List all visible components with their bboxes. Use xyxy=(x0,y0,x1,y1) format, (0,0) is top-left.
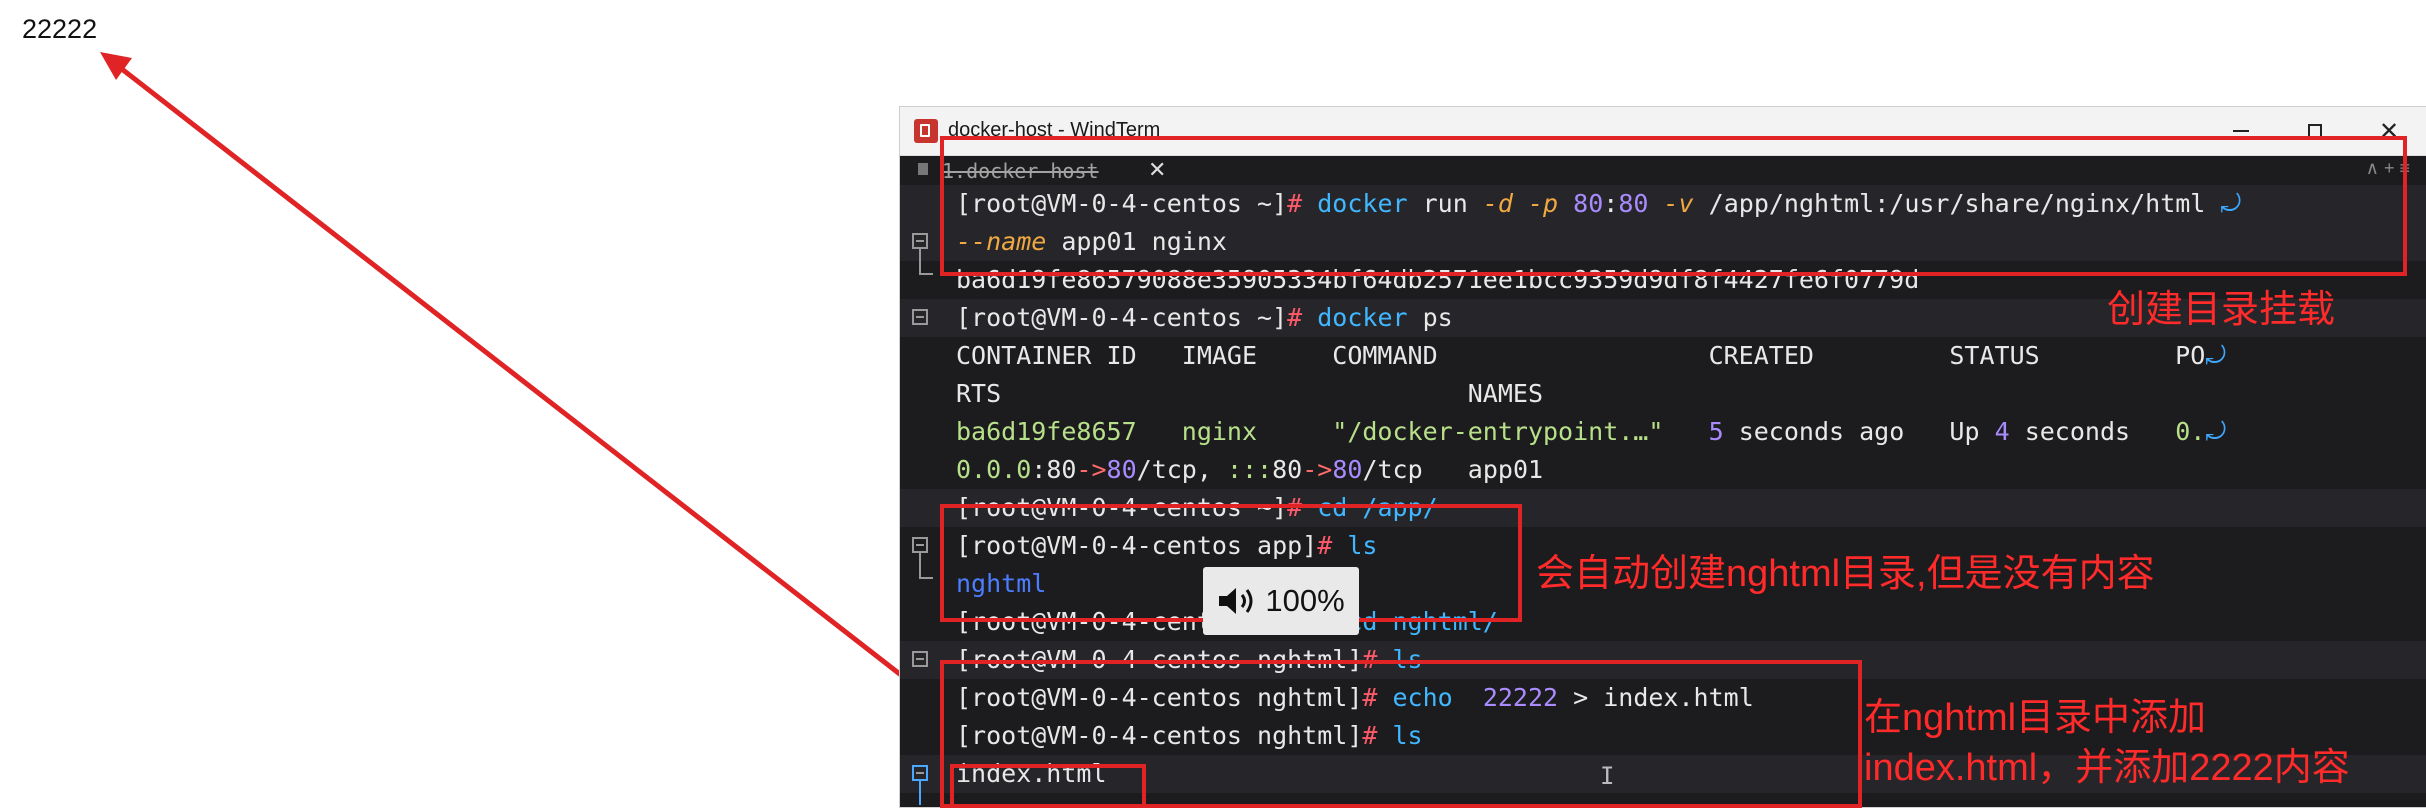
arrow-head xyxy=(100,52,132,80)
fold-toggle-icon[interactable] xyxy=(912,537,928,553)
fold-line xyxy=(919,249,921,273)
fold-line xyxy=(919,553,921,577)
speaker-icon xyxy=(1219,588,1253,614)
terminal-line: ba6d19fe8657 nginx "/docker-entrypoint.…… xyxy=(956,417,2227,446)
terminal-line: CONTAINER ID IMAGE COMMAND CREATED STATU… xyxy=(956,341,2227,370)
minimize-icon xyxy=(2233,130,2249,132)
line-wrap-icon: ⤾ xyxy=(2205,341,2227,370)
line-wrap-icon: ⤾ xyxy=(2205,417,2227,446)
fold-toggle-icon[interactable] xyxy=(912,765,928,781)
annotation-box-index-html xyxy=(950,764,1146,808)
fold-toggle-icon[interactable] xyxy=(912,309,928,325)
annotation-box-docker-run xyxy=(940,136,2407,276)
page-content-text: 22222 xyxy=(22,14,98,44)
terminal-line: RTS NAMES xyxy=(956,379,1543,408)
annotation-auto-create-dir: 会自动创建nghtml目录,但是没有内容 xyxy=(1536,553,2155,595)
terminal-line: [root@VM-0-4-centos ~]# docker ps xyxy=(956,303,1453,332)
windterm-app-icon xyxy=(914,119,938,143)
annotation-add-index-line1: 在nghtml目录中添加 xyxy=(1864,697,2207,739)
fold-end xyxy=(919,577,933,579)
arrow-shaft xyxy=(116,64,948,712)
fold-line xyxy=(919,781,921,805)
fold-toggle-icon[interactable] xyxy=(912,651,928,667)
terminal-line: 0.0.0:80->80/tcp, :::80->80/tcp app01 xyxy=(956,455,1544,484)
fold-end xyxy=(919,273,933,275)
volume-level: 100% xyxy=(1265,583,1345,618)
volume-indicator: 100% xyxy=(1203,567,1359,635)
annotation-add-index-line2: index.html，并添加2222内容 xyxy=(1864,747,2350,789)
tab-status-icon xyxy=(918,163,928,175)
fold-toggle-icon[interactable] xyxy=(912,233,928,249)
annotation-mount-directory: 创建目录挂载 xyxy=(2107,289,2336,331)
